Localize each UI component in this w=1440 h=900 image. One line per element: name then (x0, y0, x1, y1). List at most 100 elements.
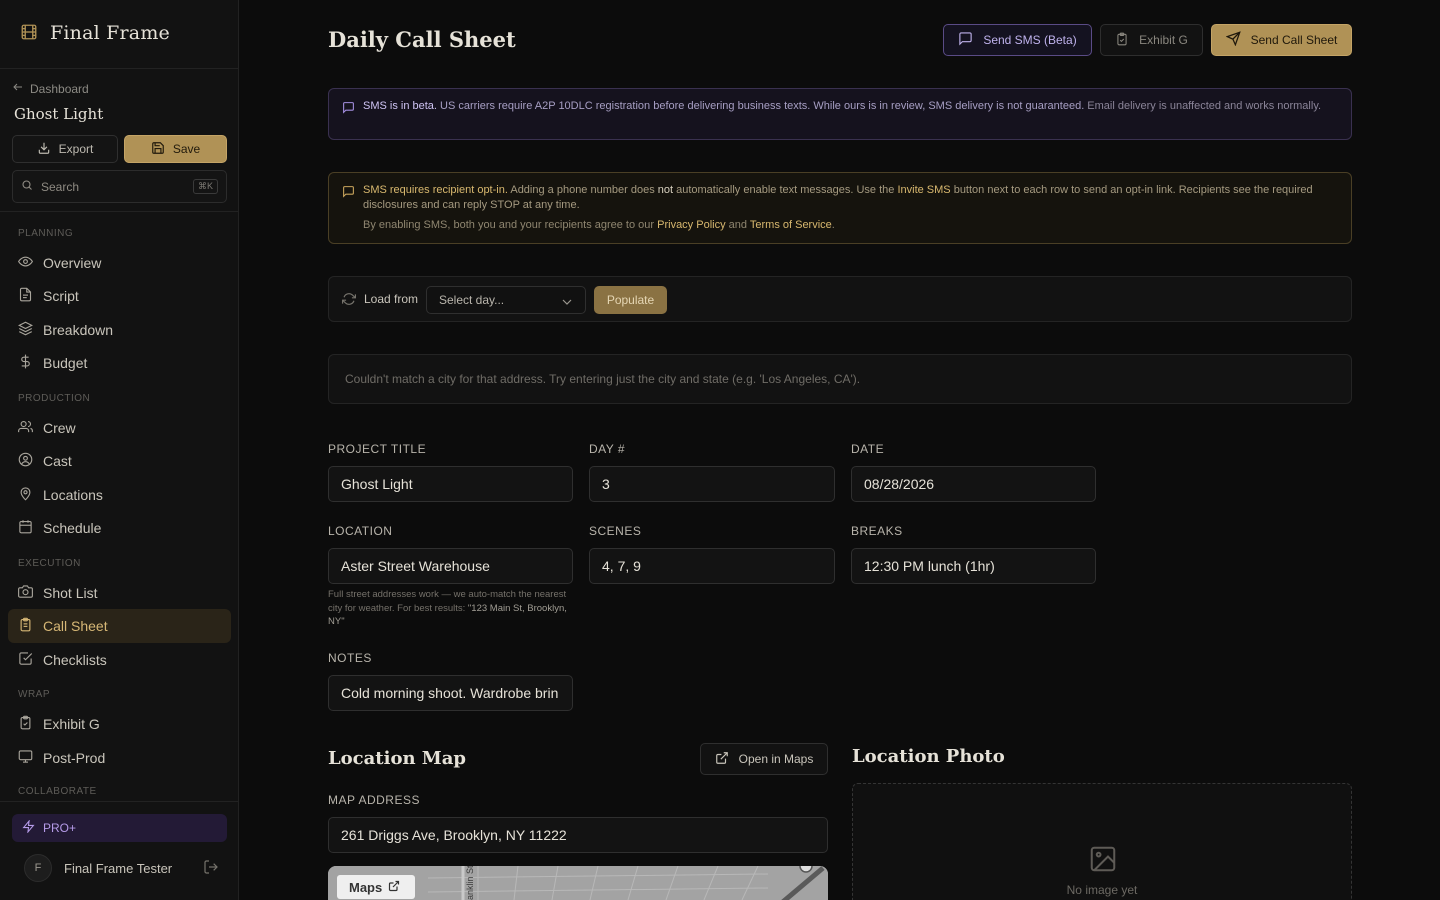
maps-tag-label: Maps (349, 879, 383, 895)
search-input[interactable]: Search ⌘K (12, 170, 227, 203)
project-title-input[interactable] (328, 466, 573, 502)
banner-text: automatically enable text messages. Use … (673, 184, 898, 196)
terms-of-service-link[interactable]: Terms of Service (750, 219, 832, 231)
divider (0, 211, 239, 212)
location-label: LOCATION (328, 524, 393, 538)
user-name: Final Frame Tester (64, 860, 173, 876)
dollar-icon (18, 354, 33, 372)
location-help-text: Full street addresses work — we auto-mat… (328, 588, 573, 629)
day-number-input[interactable] (589, 466, 835, 502)
sidebar-item-label: Cast (43, 453, 72, 469)
sidebar-item-call-sheet[interactable]: Call Sheet (8, 609, 231, 643)
sidebar-item-budget[interactable]: Budget (8, 346, 231, 380)
user-profile[interactable]: F Final Frame Tester (24, 854, 219, 882)
map-embed[interactable]: Maps anklin St (328, 866, 828, 900)
banner-note: Email delivery is unaffected and works n… (1084, 100, 1322, 112)
arrow-left-icon (12, 81, 24, 96)
sidebar-item-label: Shot List (43, 585, 98, 601)
main-content: Daily Call Sheet Send SMS (Beta) Exhibit… (239, 0, 1440, 900)
map-address-input[interactable] (328, 817, 828, 853)
sms-beta-banner: SMS is in beta. US carriers require A2P … (328, 88, 1352, 140)
agreement-text: . (831, 219, 835, 231)
clipboard-check-icon (18, 715, 33, 733)
message-square-icon (958, 31, 973, 49)
exhibit-g-button[interactable]: Exhibit G (1100, 24, 1203, 56)
back-to-dashboard-link[interactable]: Dashboard (12, 81, 89, 96)
sidebar-item-cast[interactable]: Cast (8, 444, 231, 478)
send-call-sheet-label: Send Call Sheet (1250, 33, 1338, 47)
date-label: DATE (851, 442, 885, 456)
open-in-maps-label: Open in Maps (738, 752, 814, 766)
sidebar-item-checklists[interactable]: Checklists (8, 643, 231, 677)
chevron-down-icon (561, 296, 573, 310)
sidebar-item-label: Post-Prod (43, 750, 106, 766)
exhibit-g-label: Exhibit G (1139, 33, 1188, 47)
project-name: Ghost Light (14, 105, 104, 123)
pro-plus-badge[interactable]: PRO+ (12, 814, 227, 842)
sidebar-item-exhibit-g[interactable]: Exhibit G (8, 707, 231, 741)
refresh-icon (342, 292, 356, 309)
section-label-execution: EXECUTION (18, 558, 81, 569)
select-day-value: Select day... (439, 293, 505, 307)
sidebar-item-label: Schedule (43, 520, 102, 536)
sidebar-item-label: Locations (43, 487, 103, 503)
breaks-label: BREAKS (851, 524, 903, 538)
search-shortcut-badge: ⌘K (192, 179, 218, 194)
banner-body: US carriers require A2P 10DLC registrati… (436, 100, 1085, 112)
external-link-icon (715, 751, 729, 768)
sidebar-item-script[interactable]: Script (8, 279, 231, 313)
date-input[interactable] (851, 466, 1096, 502)
banner-heading: SMS requires recipient opt-in. (363, 184, 508, 196)
sidebar-item-label: Crew (43, 420, 76, 436)
sidebar-item-label: Script (43, 288, 79, 304)
open-in-maps-button[interactable]: Open in Maps (700, 743, 828, 775)
sidebar-item-overview[interactable]: Overview (8, 246, 231, 280)
sidebar-item-label: Exhibit G (43, 716, 100, 732)
maps-attribution-tag[interactable]: Maps (337, 875, 415, 899)
sidebar-item-post-prod[interactable]: Post-Prod (8, 741, 231, 775)
logout-icon[interactable] (203, 859, 219, 878)
divider (0, 801, 239, 802)
banner-agreement: By enabling SMS, both you and your recip… (363, 218, 1337, 233)
location-photo-title: Location Photo (852, 746, 1005, 767)
send-sms-button[interactable]: Send SMS (Beta) (943, 24, 1092, 56)
export-button[interactable]: Export (12, 135, 118, 163)
sidebar-item-breakdown[interactable]: Breakdown (8, 313, 231, 347)
agreement-text: By enabling SMS, both you and your recip… (363, 219, 658, 231)
map-street-label: anklin St (465, 866, 475, 900)
location-photo-dropzone[interactable]: No image yet (852, 783, 1352, 900)
populate-button[interactable]: Populate (594, 286, 667, 314)
page-title: Daily Call Sheet (328, 27, 516, 52)
notes-input[interactable] (328, 675, 573, 711)
sidebar-item-shot-list[interactable]: Shot List (8, 576, 231, 610)
brand[interactable]: Final Frame (20, 22, 170, 44)
breaks-input[interactable] (851, 548, 1096, 584)
send-call-sheet-button[interactable]: Send Call Sheet (1211, 24, 1352, 56)
sidebar-item-locations[interactable]: Locations (8, 478, 231, 512)
location-input[interactable] (328, 548, 573, 584)
pro-plus-label: PRO+ (43, 821, 77, 835)
map-pin-icon (18, 486, 33, 504)
section-label-planning: PLANNING (18, 228, 74, 239)
save-button[interactable]: Save (124, 135, 227, 163)
scenes-input[interactable] (589, 548, 835, 584)
search-placeholder: Search (41, 179, 80, 194)
message-square-icon (342, 185, 355, 203)
sidebar-item-crew[interactable]: Crew (8, 411, 231, 445)
floppy-disk-icon (151, 141, 165, 158)
privacy-policy-link[interactable]: Privacy Policy (657, 219, 725, 231)
sidebar-item-schedule[interactable]: Schedule (8, 511, 231, 545)
no-image-text: No image yet (1066, 883, 1138, 897)
geocode-error-message: Couldn't match a city for that address. … (328, 354, 1352, 404)
calendar-icon (18, 519, 33, 537)
section-label-wrap: WRAP (18, 689, 50, 700)
divider (0, 68, 239, 69)
select-day-dropdown[interactable]: Select day... (426, 286, 586, 314)
load-from-bar: Load from Select day... Populate (328, 276, 1352, 322)
map-address-label: MAP ADDRESS (328, 793, 420, 807)
section-label-collaborate: COLLABORATE (18, 786, 97, 797)
download-icon (37, 141, 51, 158)
document-icon (18, 287, 33, 305)
layers-icon (17, 321, 34, 339)
load-from-label: Load from (364, 292, 419, 306)
